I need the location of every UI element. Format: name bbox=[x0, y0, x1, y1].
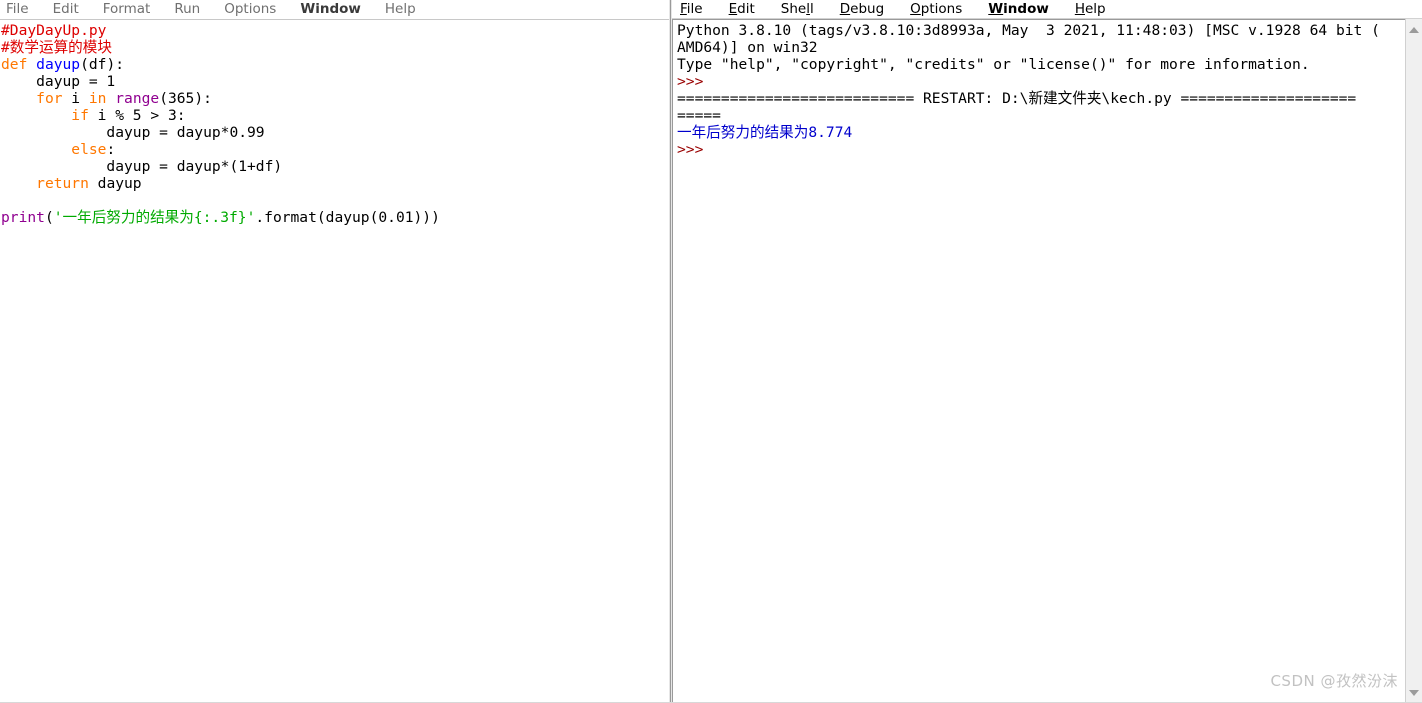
shell-menu-help[interactable]: Help bbox=[1075, 0, 1106, 18]
shell-line: >>> bbox=[677, 141, 1399, 158]
shell-window: File Edit Shell Debug Options Window Help Pyth… bbox=[672, 0, 1422, 703]
shell-menu-debug[interactable]: Debug bbox=[840, 0, 884, 18]
code-token: return bbox=[36, 175, 89, 192]
code-token: range bbox=[115, 90, 160, 107]
editor-text-area[interactable]: #DayDayUp.py #数学运算的模块 def dayup(df): dayup… bbox=[0, 20, 669, 703]
shell-token: 一年后努力的结果为8.774 bbox=[677, 124, 853, 141]
code-line: return dayup bbox=[1, 175, 669, 192]
code-line: def dayup(df): bbox=[1, 56, 669, 73]
editor-menu-help[interactable]: Help bbox=[385, 0, 428, 19]
code-token: for bbox=[36, 90, 63, 107]
shell-token: =========================== RESTART: D:\… bbox=[677, 90, 1357, 107]
code-token: dayup bbox=[36, 56, 81, 73]
shell-token: >>> bbox=[677, 141, 704, 158]
shell-vertical-scrollbar[interactable] bbox=[1405, 19, 1422, 703]
code-token: if bbox=[71, 107, 89, 124]
code-token: i % 5 > 3: bbox=[88, 107, 186, 124]
code-token: print bbox=[1, 209, 45, 226]
csdn-watermark: CSDN @孜然汾沫 bbox=[1270, 672, 1398, 690]
shell-menu-shell[interactable]: Shell bbox=[781, 0, 814, 18]
shell-token: >>> bbox=[677, 73, 704, 90]
shell-menu-options[interactable]: Options bbox=[910, 0, 962, 18]
code-token: dayup = 1 bbox=[1, 73, 116, 90]
shell-menu-window[interactable]: Window bbox=[988, 0, 1049, 18]
shell-token: Type "help", "copyright", "credits" or "… bbox=[677, 56, 1310, 73]
code-line: print('一年后努力的结果为{:.3f}'.format(dayup(0.0… bbox=[1, 209, 669, 226]
code-token: in bbox=[88, 90, 107, 107]
editor-menu-run[interactable]: Run bbox=[174, 0, 212, 19]
code-token: dayup = dayup*0.99 bbox=[1, 124, 265, 141]
code-line: for i in range(365): bbox=[1, 90, 669, 107]
shell-menu-file[interactable]: File bbox=[680, 0, 703, 18]
editor-code: #DayDayUp.py #数学运算的模块 def dayup(df): dayup… bbox=[1, 22, 669, 226]
code-line: else: bbox=[1, 141, 669, 158]
shell-token: AMD64)] on win32 bbox=[677, 39, 818, 56]
shell-line: ===== bbox=[677, 107, 1399, 124]
shell-token: Python 3.8.10 (tags/v3.8.10:3d8993a, May… bbox=[677, 22, 1380, 39]
triangle-up-icon[interactable] bbox=[1406, 21, 1422, 38]
shell-menu-edit[interactable]: Edit bbox=[729, 0, 755, 18]
code-line: dayup = 1 bbox=[1, 73, 669, 90]
code-line: dayup = dayup*0.99 bbox=[1, 124, 669, 141]
editor-menu-file[interactable]: File bbox=[6, 0, 41, 19]
shell-line: Python 3.8.10 (tags/v3.8.10:3d8993a, May… bbox=[677, 22, 1399, 39]
code-token: else bbox=[71, 141, 107, 158]
code-line: #数学运算的模块 bbox=[1, 39, 669, 56]
shell-token: ===== bbox=[677, 107, 721, 124]
triangle-down-icon[interactable] bbox=[1406, 684, 1422, 701]
shell-line: AMD64)] on win32 bbox=[677, 39, 1399, 56]
code-token: .format(dayup(0.01))) bbox=[255, 209, 440, 226]
shell-line: 一年后努力的结果为8.774 bbox=[677, 124, 1399, 141]
shell-line: >>> bbox=[677, 73, 1399, 90]
shell-text-area[interactable]: Python 3.8.10 (tags/v3.8.10:3d8993a, May… bbox=[672, 19, 1422, 703]
code-token: (df): bbox=[80, 56, 125, 73]
code-line: #DayDayUp.py bbox=[1, 22, 669, 39]
code-token: dayup bbox=[88, 175, 142, 192]
editor-menu-bar: File Edit Format Run Options Window Help bbox=[0, 0, 669, 20]
code-token: #DayDayUp.py bbox=[1, 22, 107, 39]
editor-menu-window[interactable]: Window bbox=[300, 0, 373, 19]
shell-line: =========================== RESTART: D:\… bbox=[677, 90, 1399, 107]
code-token: i bbox=[62, 90, 89, 107]
editor-window: File Edit Format Run Options Window Help #DayD… bbox=[0, 0, 669, 703]
shell-output: Python 3.8.10 (tags/v3.8.10:3d8993a, May… bbox=[677, 22, 1399, 158]
idle-app-window: File Edit Format Run Options Window Help #DayD… bbox=[0, 0, 1422, 703]
editor-menu-options[interactable]: Options bbox=[224, 0, 288, 19]
code-line: if i % 5 > 3: bbox=[1, 107, 669, 124]
code-token: ( bbox=[44, 209, 54, 226]
editor-menu-format[interactable]: Format bbox=[103, 0, 163, 19]
code-token: dayup = dayup*(1+df) bbox=[1, 158, 283, 175]
editor-menu-edit[interactable]: Edit bbox=[53, 0, 91, 19]
code-line: dayup = dayup*(1+df) bbox=[1, 158, 669, 175]
code-token: : bbox=[106, 141, 116, 158]
code-token: def bbox=[1, 56, 37, 73]
code-token: (365): bbox=[159, 90, 212, 107]
code-token: #数学运算的模块 bbox=[1, 39, 112, 56]
shell-menu-bar: File Edit Shell Debug Options Window Help bbox=[672, 0, 1422, 19]
code-token: '一年后努力的结果为{:.3f}' bbox=[53, 209, 256, 226]
shell-line: Type "help", "copyright", "credits" or "… bbox=[677, 56, 1399, 73]
